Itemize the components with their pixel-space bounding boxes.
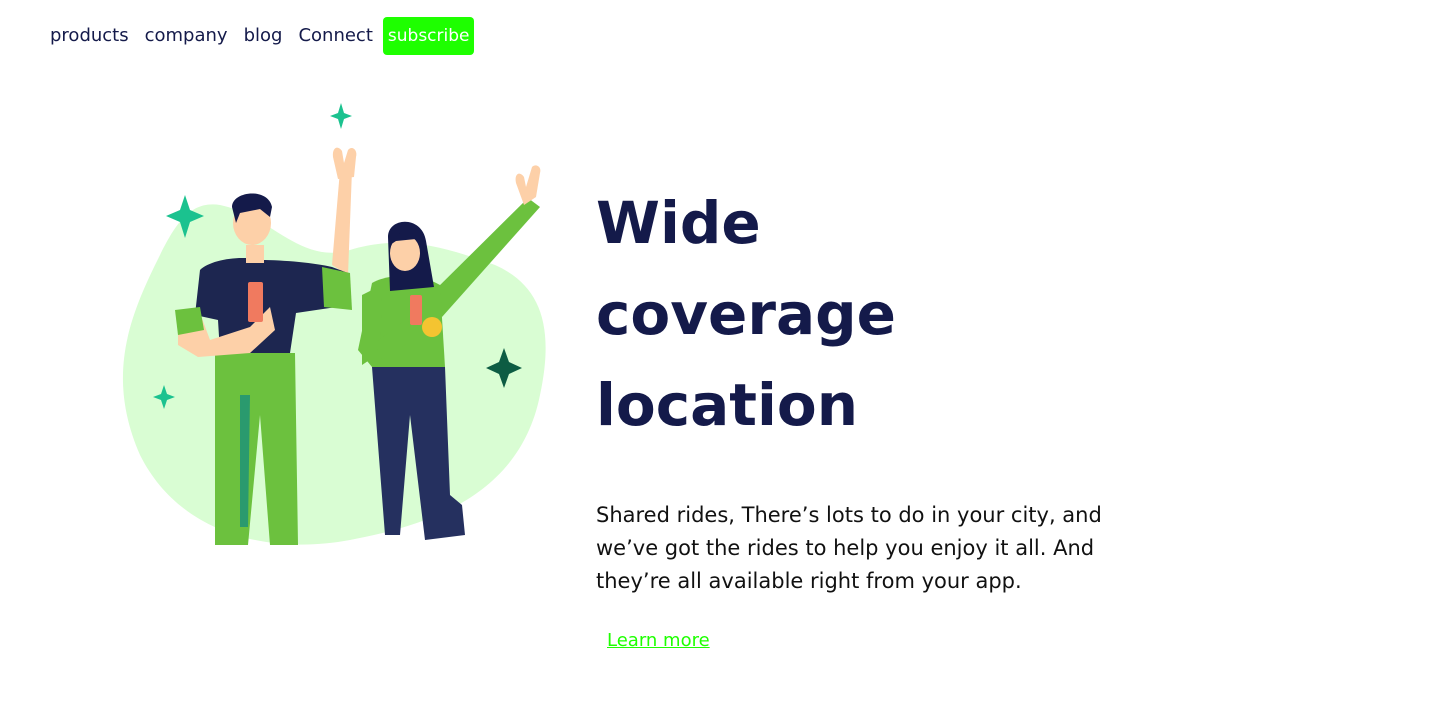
phone-icon <box>248 282 263 322</box>
nav-link-company[interactable]: company <box>145 17 228 55</box>
phone-icon <box>410 295 422 325</box>
nav-link-connect[interactable]: Connect <box>298 17 372 55</box>
nav-link-blog[interactable]: blog <box>244 17 283 55</box>
nav-link-products[interactable]: products <box>50 17 129 55</box>
medal-icon <box>422 317 442 337</box>
top-nav: products company blog Connect subscribe <box>50 17 475 55</box>
hero-title: Wide coverage location <box>596 189 896 439</box>
hero-content: Wide coverage location Shared rides, The… <box>596 178 1216 651</box>
hero-illustration <box>122 103 546 545</box>
learn-more-link[interactable]: Learn more <box>607 630 710 651</box>
subscribe-button[interactable]: subscribe <box>382 17 475 55</box>
hero-description: Shared rides, There’s lots to do in your… <box>596 503 1102 593</box>
sparkle-icon <box>330 103 352 129</box>
